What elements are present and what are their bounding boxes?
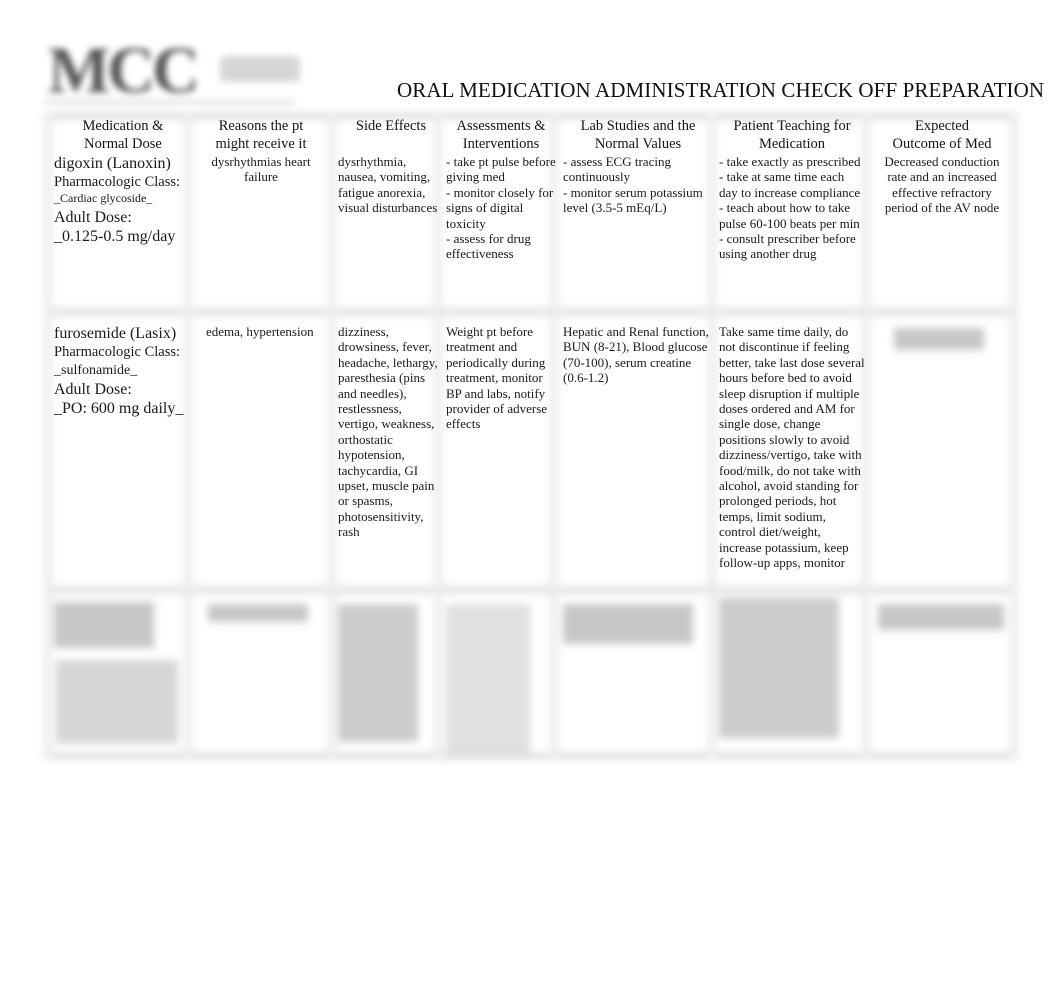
side-effects-cell: dizziness, drowsiness, fever, headache, … xyxy=(338,324,438,540)
header-line: Interventions xyxy=(462,135,540,152)
header-line: Medication xyxy=(758,135,826,152)
adult-dose-value: _PO: 600 mg daily_ xyxy=(54,400,184,417)
adult-dose-label: Adult Dose: xyxy=(54,381,132,398)
logo-subtext-blurred xyxy=(220,56,300,82)
header-line: Side Effects xyxy=(355,118,427,134)
blurred-text xyxy=(878,604,1004,630)
blurred-text xyxy=(54,602,154,648)
medication-name: furosemide (Lasix) xyxy=(54,325,177,342)
medication-name: digoxin (Lanoxin) xyxy=(54,155,171,172)
assessment-item: - take pt pulse before giving med xyxy=(446,154,556,185)
patient-teaching-cell: Take same time daily, do not discontinue… xyxy=(719,324,865,571)
header-line: might receive it xyxy=(215,135,307,152)
header-line: Normal Values xyxy=(594,135,682,152)
pharmacologic-class-value: _Cardiac glycoside_ xyxy=(54,191,153,205)
assessments-cell: - take pt pulse before giving med - moni… xyxy=(446,154,556,262)
reasons-cell: edema, hypertension xyxy=(206,324,314,339)
blurred-text xyxy=(894,328,984,350)
header-line: Medication & xyxy=(82,118,164,134)
header-line: Patient Teaching for xyxy=(733,118,851,134)
blurred-text xyxy=(563,604,693,644)
lab-studies-cell: Hepatic and Renal function, BUN (8-21), … xyxy=(563,324,709,386)
teaching-item: - take at same time each day to increase… xyxy=(719,169,861,200)
column-header-patient-teaching: Patient Teaching for Medication xyxy=(719,118,865,153)
patient-teaching-cell: - take exactly as prescribed - take at s… xyxy=(719,154,865,262)
side-effects-cell: dysrhythmia, nausea, vomiting, fatigue a… xyxy=(338,154,438,216)
blurred-text xyxy=(338,604,418,742)
column-header-reasons: Reasons the pt might receive it xyxy=(198,118,324,153)
header-line: Normal Dose xyxy=(84,135,162,152)
column-header-lab-studies: Lab Studies and the Normal Values xyxy=(563,118,713,153)
assessment-item: - monitor closely for signs of digital t… xyxy=(446,184,554,231)
header-line: Assessments & xyxy=(456,118,546,134)
page-title: ORAL MEDICATION ADMINISTRATION CHECK OFF… xyxy=(397,78,1045,102)
logo-text: MCC xyxy=(48,34,200,107)
header-line: Expected xyxy=(915,118,969,134)
teaching-item: - teach about how to take pulse 60-100 b… xyxy=(719,200,860,231)
adult-dose-label: Adult Dose: xyxy=(54,209,132,226)
blurred-text xyxy=(208,604,308,622)
medication-cell: digoxin (Lanoxin) Pharmacologic Class: _… xyxy=(54,154,192,246)
reasons-cell: dysrhythmias heart failure xyxy=(211,154,311,185)
assessments-cell: Weight pt before treatment and periodica… xyxy=(446,324,548,432)
teaching-item: - take exactly as prescribed xyxy=(719,154,861,169)
teaching-item: - consult prescriber before using anothe… xyxy=(719,231,856,262)
lab-studies-cell: - assess ECG tracing continuously - moni… xyxy=(563,154,713,216)
column-header-medication: Medication & Normal Dose xyxy=(54,118,192,153)
blurred-text xyxy=(56,660,178,744)
logo-underline xyxy=(44,100,294,104)
header-line: Lab Studies and the xyxy=(580,118,696,134)
blurred-text xyxy=(719,598,839,738)
column-header-expected-outcome: Expected Outcome of Med xyxy=(874,118,1010,153)
medication-cell: furosemide (Lasix) Pharmacologic Class: … xyxy=(54,324,192,418)
college-logo: MCC xyxy=(44,38,304,104)
adult-dose-value: _0.125-0.5 mg/day xyxy=(54,228,176,245)
column-header-side-effects: Side Effects xyxy=(338,118,444,136)
pharmacologic-class-label: Pharmacologic Class: xyxy=(54,344,181,360)
pharmacologic-class-value: _sulfonamide_ xyxy=(54,363,138,378)
column-header-assessments: Assessments & Interventions xyxy=(446,118,556,153)
header-line: Outcome of Med xyxy=(892,135,992,152)
lab-item: - assess ECG tracing continuously xyxy=(563,154,671,185)
blurred-text xyxy=(446,604,530,754)
expected-outcome-cell: Decreased conduction rate and an increas… xyxy=(884,154,1000,216)
lab-item: - monitor serum potassium level (3.5-5 m… xyxy=(563,184,703,216)
header-line: Reasons the pt xyxy=(218,118,304,134)
assessment-item: - assess for drug effectiveness xyxy=(446,231,531,262)
pharmacologic-class-label: Pharmacologic Class: xyxy=(54,174,181,190)
